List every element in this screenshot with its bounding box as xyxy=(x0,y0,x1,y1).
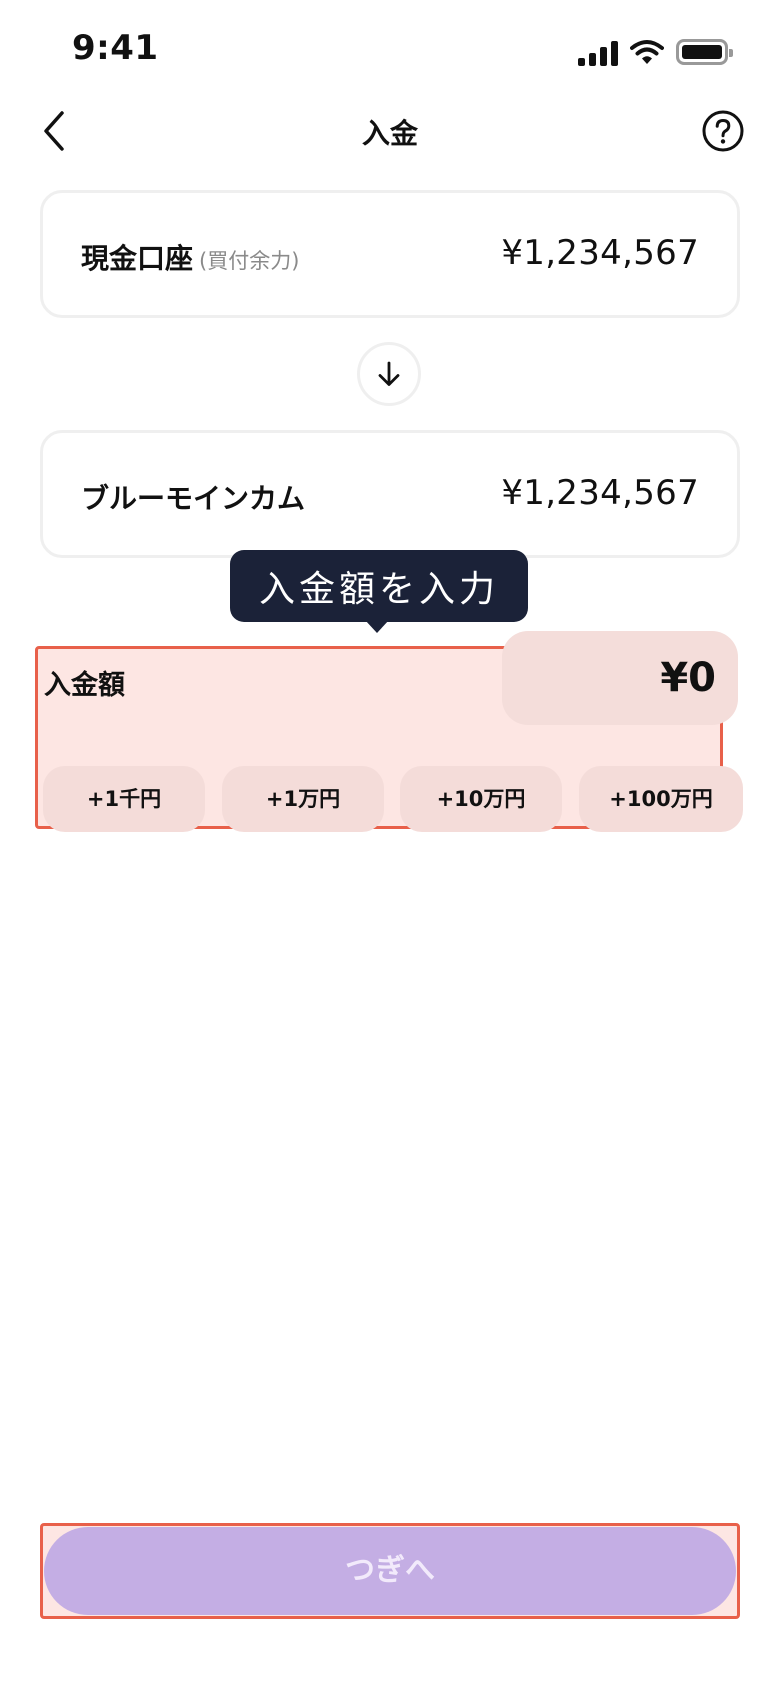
next-button-highlight: つぎへ xyxy=(40,1523,740,1619)
tooltip-arrow xyxy=(365,620,389,633)
input-hint-tooltip: 入金額を入力 xyxy=(230,550,528,622)
arrow-down-icon xyxy=(378,361,400,386)
source-account-card[interactable]: 現金口座 (買付余力) ¥1,234,567 xyxy=(40,190,740,318)
next-button[interactable]: つぎへ xyxy=(44,1527,736,1615)
dest-account-balance: ¥1,234,567 xyxy=(501,473,699,513)
wifi-icon xyxy=(630,39,664,65)
quick-add-100k-button[interactable]: +10万円 xyxy=(400,766,562,832)
quick-add-1m-button[interactable]: +100万円 xyxy=(579,766,743,832)
nav-bar: 入金 xyxy=(0,100,780,162)
source-account-name: 現金口座 xyxy=(81,242,194,275)
question-circle-icon xyxy=(702,110,744,152)
status-bar: 9:41 xyxy=(0,0,780,100)
dest-account-name: ブルーモインカム xyxy=(81,482,306,515)
deposit-amount-section: 入金額 ¥0 +1千円 +1万円 +10万円 +100万円 xyxy=(35,631,743,832)
quick-add-10k-button[interactable]: +1万円 xyxy=(222,766,384,832)
cellular-signal-icon xyxy=(578,38,618,66)
help-button[interactable] xyxy=(700,108,746,154)
dest-account-card[interactable]: ブルーモインカム ¥1,234,567 xyxy=(40,430,740,558)
transfer-direction xyxy=(357,342,421,406)
deposit-screen: 9:41 入金 現金口座 (買付余力) ¥1,234,567 ブルーモインカム … xyxy=(0,0,780,1688)
battery-icon xyxy=(676,39,733,65)
source-account-sublabel: (買付余力) xyxy=(199,249,300,273)
source-account-balance: ¥1,234,567 xyxy=(501,233,699,273)
status-time: 9:41 xyxy=(72,28,159,68)
status-icons xyxy=(578,36,733,68)
quick-add-1k-button[interactable]: +1千円 xyxy=(43,766,205,832)
amount-value[interactable]: ¥0 xyxy=(660,655,716,701)
amount-label: 入金額 xyxy=(44,670,125,701)
page-title: 入金 xyxy=(361,117,418,150)
